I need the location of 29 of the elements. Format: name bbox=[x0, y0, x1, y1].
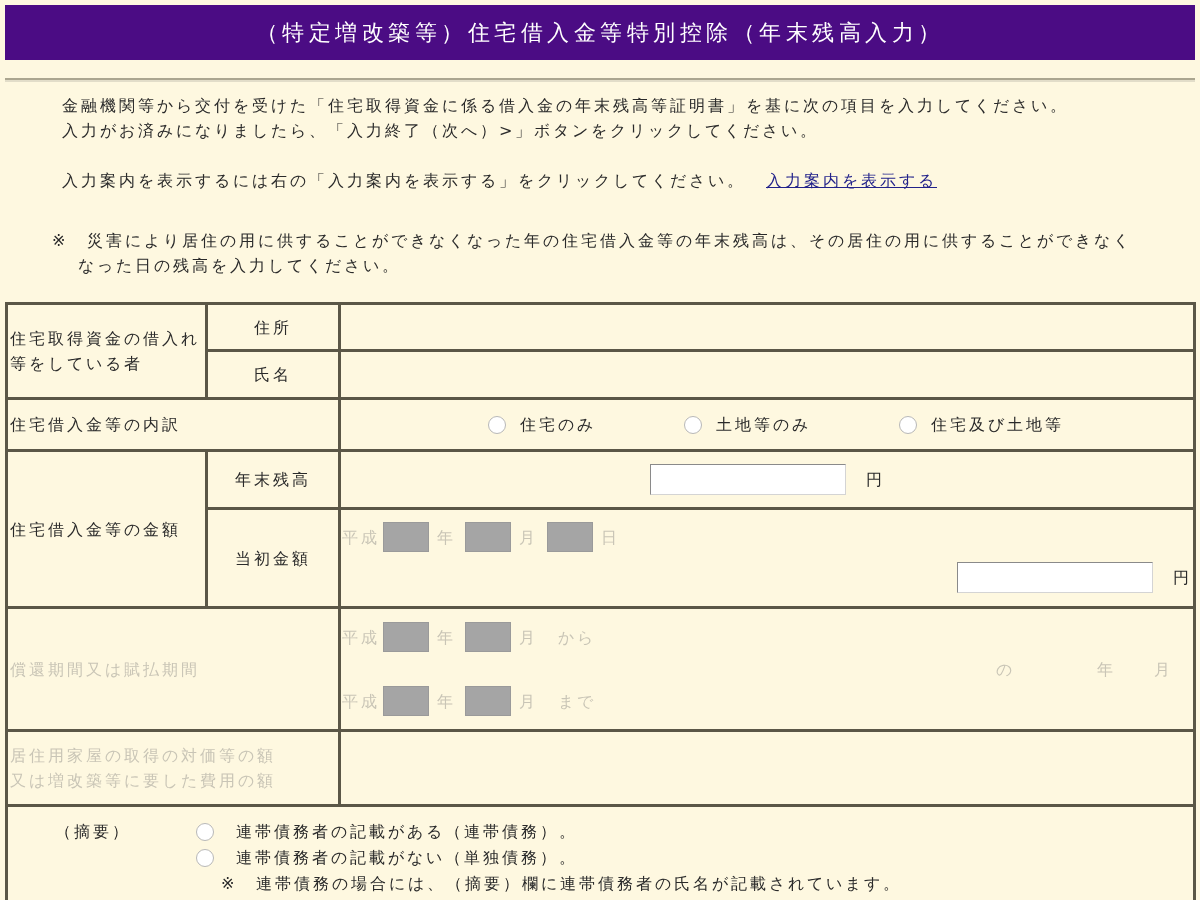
option-label: 連帯債務者の記載がない（単独債務）。 bbox=[236, 847, 578, 869]
radio-button[interactable] bbox=[488, 415, 506, 434]
guide-link[interactable]: 入力案内を表示する bbox=[766, 168, 937, 193]
field-label: 住宅取得資金の借入れ 等をしている者 bbox=[10, 328, 200, 375]
amount-input[interactable] bbox=[650, 464, 846, 495]
instruction-text: 入力がお済みになりましたら、「入力終了（次へ）>」ボタンをクリックしてください。 bbox=[62, 120, 820, 142]
radio-button[interactable] bbox=[684, 415, 702, 434]
field-label: （摘要） bbox=[55, 821, 131, 843]
unit-label: 円 bbox=[866, 469, 885, 491]
guide-text: 入力案内を表示するには右の「入力案内を表示する」をクリックしてください。 bbox=[62, 170, 746, 192]
field-label: 住所 bbox=[254, 317, 292, 337]
option-label: 土地等のみ bbox=[716, 414, 811, 436]
option-label: 連帯債務者の記載がある（連帯債務）。 bbox=[236, 821, 578, 843]
radio-button[interactable] bbox=[899, 415, 917, 434]
field-label: 氏名 bbox=[254, 365, 292, 384]
instruction-text: 金融機関等から交付を受けた「住宅取得資金に係る借入金の年末残高等証明書」を基に次の項目を入力してください。 bbox=[62, 95, 1069, 117]
note-text: ※ 連帯債務の場合には、（摘要）欄に連帯債務者の氏名が記載されています。 bbox=[221, 873, 903, 895]
field-label: 住宅借入金等の金額 bbox=[10, 519, 181, 539]
radio-button[interactable] bbox=[196, 823, 214, 841]
page-title: （特定増改築等）住宅借入金等特別控除（年末残高入力） bbox=[5, 5, 1195, 60]
amount-input[interactable] bbox=[957, 562, 1153, 593]
field-label: 当初金額 bbox=[235, 548, 311, 568]
field-label: 住宅借入金等の内訳 bbox=[10, 415, 181, 434]
option-label: 住宅及び土地等 bbox=[931, 414, 1064, 436]
note-text: ※ 災害により居住の用に供することができなくなった年の住宅借入金等の年末残高は、その居住の用に供することができなく なった日の残高を入力してください。 bbox=[52, 230, 1133, 277]
field-label: 年末残高 bbox=[235, 470, 311, 489]
unit-label: 円 bbox=[1173, 567, 1192, 589]
option-label: 住宅のみ bbox=[520, 414, 596, 436]
radio-button[interactable] bbox=[196, 849, 214, 867]
